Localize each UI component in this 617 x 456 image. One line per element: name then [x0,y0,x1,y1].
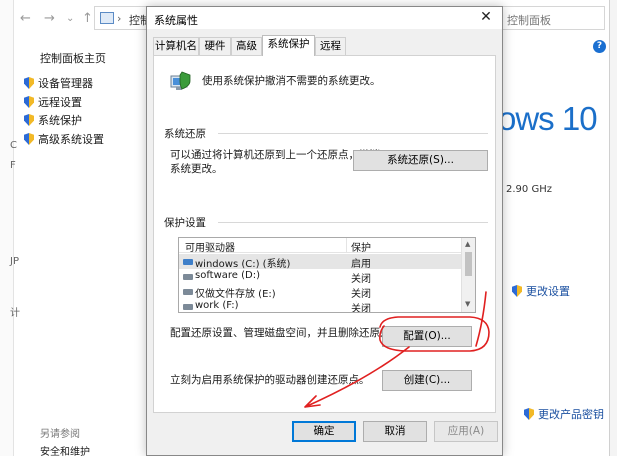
drive-name: 仅做文件存放 (E:) [195,289,276,300]
edge-letter: JP [10,256,19,267]
system-properties-dialog: 系统属性 ✕ 计算机名 硬件 高级 系统保护 远程 使用系统保护撤消不需要的系统… [146,6,503,456]
tab-hardware[interactable]: 硬件 [199,37,231,55]
drive-name: work (F:) [195,300,239,311]
change-product-key-label: 更改产品密钥 [538,408,604,421]
windows-10-logo: ows 10 [498,100,598,137]
column-header-protection[interactable]: 保护 [351,239,371,254]
shield-icon [24,114,34,126]
column-header-drive[interactable]: 可用驱动器 [185,239,235,254]
restore-group-label: 系统还原 [164,128,206,140]
back-arrow-icon[interactable]: ← [20,11,31,26]
sidebar-item-remote-settings[interactable]: 远程设置 [24,94,82,109]
sidebar-item-label: 系统保护 [38,114,82,127]
list-scrollbar[interactable]: ▲ ▼ [461,238,475,312]
edge-letter: C [10,140,17,151]
sidebar-home-link[interactable]: 控制面板主页 [40,50,106,66]
window-right-edge [609,0,617,456]
create-description: 立刻为启用系统保护的驱动器创建还原点。 [170,374,370,386]
restore-description-line: 可以通过将计算机还原到上一个还原点，撤消 [170,149,380,161]
help-icon[interactable]: ? [593,40,606,53]
tab-computer-name[interactable]: 计算机名 [153,37,199,55]
list-item[interactable]: 仅做文件存放 (E:) 关闭 [179,284,461,300]
up-arrow-icon[interactable]: ↑ [82,11,93,26]
change-settings-label: 更改设置 [526,285,570,298]
shield-icon [512,285,522,297]
top-description: 使用系统保护撤消不需要的系统更改。 [202,75,381,87]
windows-drive-icon [183,259,193,265]
scroll-down-icon[interactable]: ▼ [465,300,470,308]
dialog-title: 系统属性 [154,14,198,27]
scroll-thumb[interactable] [465,252,472,276]
drive-icon [183,274,193,280]
window-left-edge [0,0,14,456]
see-also-heading: 另请参阅 [40,429,80,440]
tab-remote[interactable]: 远程 [315,37,346,55]
sidebar-item-device-manager[interactable]: 设备管理器 [24,75,93,90]
drive-protection: 启用 [351,259,371,270]
column-divider [346,238,347,253]
drive-icon [183,289,193,295]
drive-name: software (D:) [195,270,260,281]
shield-icon [24,77,34,89]
dialog-titlebar[interactable]: 系统属性 ✕ [147,7,502,29]
list-item[interactable]: software (D:) 关闭 [179,269,461,285]
drive-protection: 关闭 [351,304,371,313]
sidebar-item-advanced-settings[interactable]: 高级系统设置 [24,131,104,146]
change-settings-link[interactable]: 更改设置 [512,283,570,299]
drive-protection: 关闭 [351,289,371,300]
apply-button[interactable]: 应用(A) [434,421,498,442]
edge-letter: 计 [10,308,20,319]
recent-chevron-icon[interactable]: ⌄ [66,13,74,24]
protection-group-label: 保护设置 [164,217,206,229]
sidebar-item-system-protection[interactable]: 系统保护 [24,112,82,127]
system-restore-button[interactable]: 系统还原(S)... [353,150,488,171]
ok-button[interactable]: 确定 [292,421,356,442]
sidebar-item-label: 远程设置 [38,96,82,109]
restore-description-line: 系统更改。 [170,163,223,175]
edge-letter: F [10,160,16,171]
drive-name: windows (C:) (系统) [195,259,291,270]
configure-button[interactable]: 配置(O)... [382,326,472,347]
configure-description: 配置还原设置、管理磁盘空间，并且删除还原点。 [170,327,401,339]
drives-list[interactable]: 可用驱动器 保护 windows (C:) (系统) 启用 software (… [178,237,476,313]
control-panel-icon [100,12,114,24]
shield-icon [24,96,34,108]
tab-advanced[interactable]: 高级 [231,37,262,55]
list-header: 可用驱动器 保护 [179,238,461,254]
system-protection-icon [170,71,191,90]
sidebar-item-label: 设备管理器 [38,77,93,90]
create-button[interactable]: 创建(C)... [382,370,472,391]
restore-description: 可以通过将计算机还原到上一个还原点，撤消 系统更改。 [170,148,380,176]
search-placeholder: 控制面板 [507,14,551,27]
sidebar-item-label: 高级系统设置 [38,133,104,146]
list-item[interactable]: work (F:) 关闭 [179,299,461,313]
search-input[interactable]: 控制面板 [500,6,605,30]
change-product-key-link[interactable]: 更改产品密钥 [524,406,604,422]
drive-icon [183,304,193,310]
tab-system-protection[interactable]: 系统保护 [262,35,315,56]
security-maintenance-link[interactable]: 安全和维护 [40,443,90,456]
group-divider [218,222,488,223]
drive-protection: 关闭 [351,274,371,285]
shield-icon [524,408,534,420]
list-item[interactable]: windows (C:) (系统) 启用 [179,254,461,270]
close-icon[interactable]: ✕ [479,9,493,25]
shield-icon [24,133,34,145]
breadcrumb-chevron-icon: › [117,12,122,25]
cancel-button[interactable]: 取消 [363,421,427,442]
system-protection-panel: 使用系统保护撤消不需要的系统更改。 系统还原 可以通过将计算机还原到上一个还原点… [153,55,496,413]
cpu-speed: 2.90 GHz [506,184,552,195]
group-divider [218,133,488,134]
screen: ← → ⌄ ↑ › 控制 控制面板 ? 控制面板主页 设备管理器 远程设置 系统… [0,0,617,456]
forward-arrow-icon[interactable]: → [44,11,55,26]
scroll-up-icon[interactable]: ▲ [465,240,470,248]
